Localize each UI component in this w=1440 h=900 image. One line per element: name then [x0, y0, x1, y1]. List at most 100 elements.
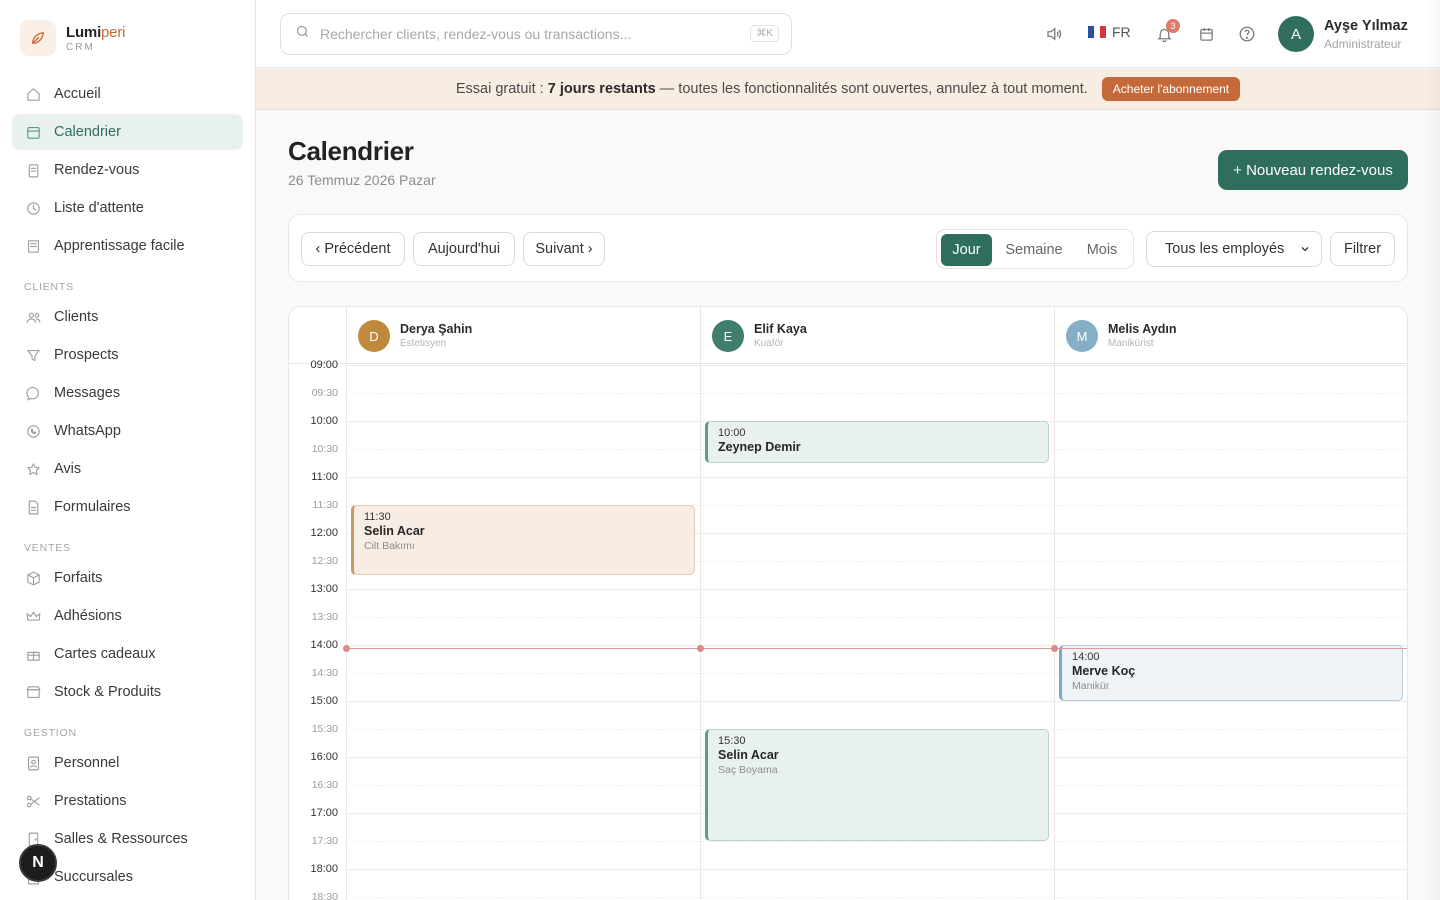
- home-icon: [24, 85, 42, 103]
- floating-assistant-button[interactable]: N: [19, 844, 57, 882]
- staff-name: Derya Şahin: [400, 322, 473, 336]
- sidebar-section-title: CLIENTS: [24, 281, 74, 293]
- view-switcher: Jour Semaine Mois: [936, 229, 1134, 269]
- sidebar-item-label: Stock & Produits: [54, 684, 162, 700]
- next-button[interactable]: Suivant ›: [523, 232, 605, 266]
- chevron-down-icon: [1299, 243, 1311, 259]
- day-calendar: D Derya Şahin Estetisyen E Elif Kaya Kuaför M M…: [288, 306, 1408, 900]
- sidebar-item-formulaires[interactable]: Formulaires: [12, 489, 243, 525]
- staff-column-header[interactable]: D Derya Şahin Estetisyen: [346, 307, 700, 364]
- appointment-time: 14:00: [1072, 651, 1100, 663]
- view-week-tab[interactable]: Semaine: [996, 234, 1072, 266]
- sidebar-item-forfaits[interactable]: Forfaits: [12, 560, 243, 596]
- user-avatar[interactable]: A: [1278, 16, 1314, 52]
- time-label: 09:00: [310, 359, 338, 371]
- time-label: 17:30: [311, 835, 338, 847]
- column-divider: [700, 307, 701, 900]
- gift-icon: [24, 645, 42, 663]
- appointment-card[interactable]: 10:00 Zeynep Demir: [705, 421, 1049, 463]
- view-day-tab[interactable]: Jour: [941, 234, 992, 266]
- time-label: 13:30: [311, 611, 338, 623]
- time-gridline: [346, 897, 1407, 898]
- employee-select[interactable]: Tous les employés: [1146, 231, 1322, 267]
- page-date: 26 Temmuz 2026 Pazar: [288, 172, 436, 188]
- time-label: 15:00: [310, 695, 338, 707]
- users-icon: [24, 308, 42, 326]
- sidebar-item-label: Liste d'attente: [54, 200, 144, 216]
- current-time-dot: [1051, 645, 1058, 652]
- id-badge-icon: [24, 754, 42, 772]
- sidebar-item-accueil[interactable]: Accueil: [12, 76, 243, 112]
- buy-subscription-button[interactable]: Acheter l'abonnement: [1101, 77, 1241, 101]
- star-icon: [24, 460, 42, 478]
- new-appointment-button[interactable]: + Nouveau rendez-vous: [1218, 150, 1408, 190]
- view-month-tab[interactable]: Mois: [1076, 234, 1128, 266]
- page-title: Calendrier: [288, 136, 414, 166]
- sidebar-item-prospects[interactable]: Prospects: [12, 337, 243, 373]
- sidebar-item-rendez-vous[interactable]: Rendez-vous: [12, 152, 243, 188]
- staff-column-header[interactable]: M Melis Aydın Manikürist: [1054, 307, 1407, 364]
- sidebar-item-label: Clients: [54, 309, 99, 325]
- appointment-client: Merve Koç: [1072, 664, 1136, 678]
- employee-select-value: Tous les employés: [1165, 241, 1285, 257]
- help-icon[interactable]: [1237, 24, 1257, 44]
- sidebar-item-avis[interactable]: Avis: [12, 451, 243, 487]
- sidebar-item-whatsapp[interactable]: WhatsApp: [12, 413, 243, 449]
- staff-avatar: D: [358, 320, 390, 352]
- time-gridline: [346, 393, 1407, 394]
- sidebar-item-personnel[interactable]: Personnel: [12, 745, 243, 781]
- user-name[interactable]: Ayşe Yılmaz: [1324, 18, 1408, 34]
- time-gridline: [346, 589, 1407, 590]
- sidebar-item-label: Cartes cadeaux: [54, 646, 156, 662]
- sidebar-item-label: Formulaires: [54, 499, 131, 515]
- time-label: 14:00: [310, 639, 338, 651]
- search-input[interactable]: [320, 26, 740, 42]
- whatsapp-icon: [24, 422, 42, 440]
- appointment-card[interactable]: 11:30 Selin Acar Cilt Bakımı: [351, 505, 695, 575]
- sidebar-item-adh-sions[interactable]: Adhésions: [12, 598, 243, 634]
- filter-button[interactable]: Filtrer: [1330, 232, 1395, 266]
- appointment-card[interactable]: 14:00 Merve Koç Manikür: [1059, 645, 1403, 701]
- time-gridline: [346, 701, 1407, 702]
- calendar-icon[interactable]: [1196, 24, 1216, 44]
- staff-column-header[interactable]: E Elif Kaya Kuaför: [700, 307, 1054, 364]
- speaker-icon[interactable]: [1044, 24, 1064, 44]
- appointment-service: Cilt Bakımı: [364, 540, 415, 552]
- user-role: Administrateur: [1324, 37, 1402, 51]
- sidebar-item-messages[interactable]: Messages: [12, 375, 243, 411]
- search-box[interactable]: ⌘K: [280, 13, 792, 55]
- today-button[interactable]: Aujourd'hui: [413, 232, 515, 266]
- sidebar-item-calendrier[interactable]: Calendrier: [12, 114, 243, 150]
- sidebar-item-liste-d-attente[interactable]: Liste d'attente: [12, 190, 243, 226]
- sidebar-item-label: Forfaits: [54, 570, 103, 586]
- previous-button[interactable]: ‹ Précédent: [301, 232, 405, 266]
- time-label: 14:30: [311, 667, 338, 679]
- sidebar-item-clients[interactable]: Clients: [12, 299, 243, 335]
- time-label: 18:00: [310, 863, 338, 875]
- bell-icon[interactable]: 3: [1154, 19, 1180, 44]
- language-selector[interactable]: FR: [1088, 24, 1131, 40]
- staff-name: Elif Kaya: [754, 322, 807, 336]
- search-icon: [295, 24, 310, 44]
- appointment-time: 15:30: [718, 735, 746, 747]
- sidebar-section-title: VENTES: [24, 542, 71, 554]
- sidebar-item-prestations[interactable]: Prestations: [12, 783, 243, 819]
- brand[interactable]: Lumiperi CRM: [0, 0, 255, 76]
- sidebar-item-label: Messages: [54, 385, 121, 401]
- calendar-icon: [24, 123, 42, 141]
- sidebar-item-cartes-cadeaux[interactable]: Cartes cadeaux: [12, 636, 243, 672]
- time-gridline: [346, 841, 1407, 842]
- sidebar-item-stock-produits[interactable]: Stock & Produits: [12, 674, 243, 710]
- scroll-shadow: [1424, 0, 1440, 900]
- sidebar-item-label: Personnel: [54, 755, 120, 771]
- sidebar-section-title: GESTION: [24, 727, 77, 739]
- sidebar-item-apprentissage-facile[interactable]: Apprentissage facile: [12, 228, 243, 264]
- calendar-toolbar: ‹ Précédent Aujourd'hui Suivant › Jour S…: [288, 214, 1408, 282]
- search-shortcut: ⌘K: [750, 25, 779, 42]
- appointment-card[interactable]: 15:30 Selin Acar Saç Boyama: [705, 729, 1049, 841]
- time-gridline: [346, 477, 1407, 478]
- book-icon: [24, 237, 42, 255]
- time-label: 15:30: [311, 723, 338, 735]
- appointment-time: 11:30: [364, 511, 391, 523]
- time-label: 09:30: [311, 387, 338, 399]
